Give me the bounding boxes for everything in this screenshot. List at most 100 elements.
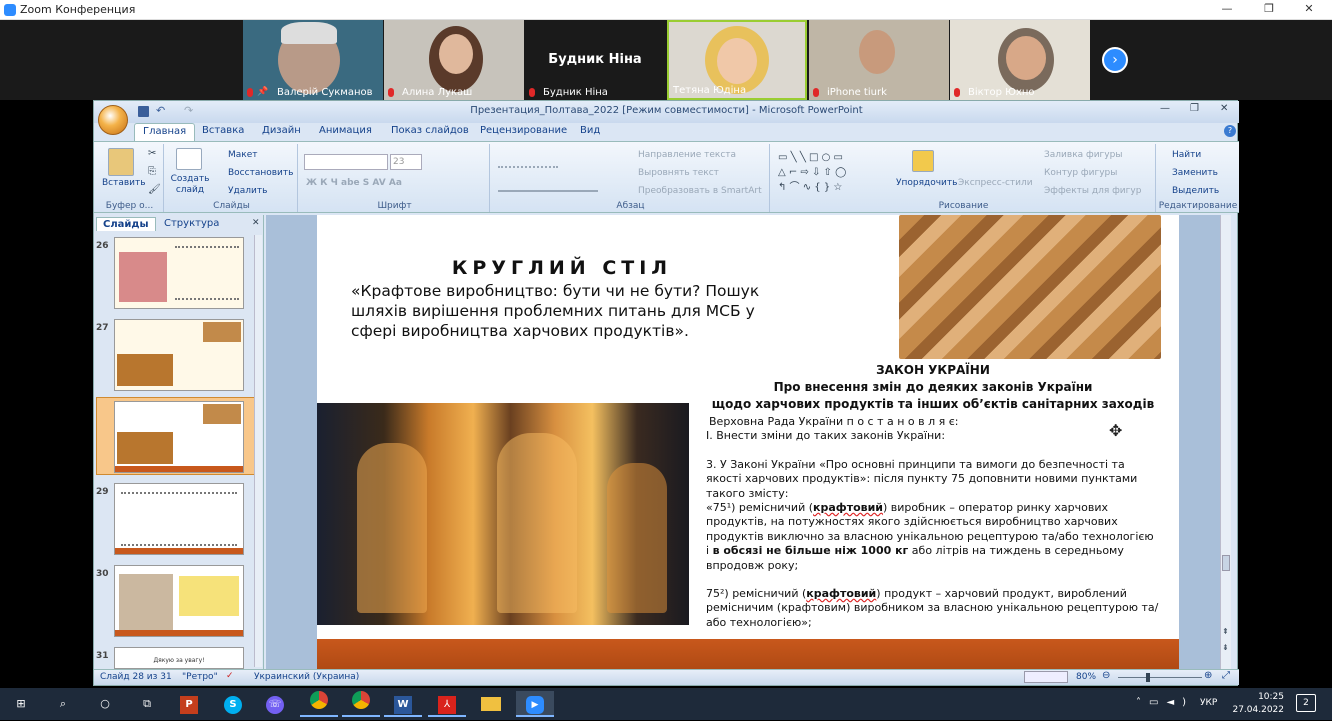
powerpoint-icon[interactable]: P (170, 691, 208, 717)
language-indicator[interactable]: Украинский (Украина) (254, 672, 359, 682)
word-icon[interactable]: W (384, 691, 422, 717)
acrobat-icon[interactable]: ⅄ (428, 691, 466, 717)
slides-group: Создать слайд Макет Восстановить Удалить… (166, 144, 298, 212)
participant-name: Віктор Юхно (968, 87, 1035, 98)
font-size-field[interactable]: 23 (390, 154, 422, 170)
close-button[interactable]: ✕ (1294, 2, 1324, 18)
input-language[interactable]: УКР (1200, 698, 1217, 708)
clipboard-group: Вставить ✂ ⎘ 🖌 Буфер о... (96, 144, 164, 212)
select-button[interactable]: Выделить (1172, 186, 1219, 196)
cut-icon[interactable]: ✂ (148, 148, 156, 159)
arrange-icon[interactable] (912, 150, 934, 172)
slide-number: 27 (96, 323, 109, 333)
participant-tile[interactable]: Будник Ніна Будник Ніна (525, 20, 665, 100)
minimize-button[interactable]: — (1212, 2, 1242, 18)
tray-icons[interactable]: ˄▭◄) (1136, 697, 1194, 708)
ppt-minimize-button[interactable]: — (1160, 103, 1170, 114)
panel-tab-outline[interactable]: Структура (158, 217, 225, 230)
maximize-button[interactable]: ❐ (1254, 2, 1284, 18)
font-name-field[interactable] (304, 154, 388, 170)
notification-center-icon[interactable]: 2 (1296, 694, 1316, 712)
align-text-button[interactable]: Выровнять текст (638, 168, 719, 178)
office-button[interactable] (98, 105, 128, 135)
ppt-window-title: Презентация_Полтава_2022 [Режим совмести… (470, 105, 863, 116)
zoom-titlebar: Zoom Конференция — ❐ ✕ (0, 0, 1332, 20)
delete-slide-button[interactable]: Удалить (228, 186, 267, 196)
reset-button[interactable]: Восстановить (228, 168, 293, 178)
search-icon[interactable]: ⌕ (44, 691, 82, 717)
quick-styles-button[interactable]: Экспресс-стили (958, 178, 1033, 188)
new-slide-button[interactable]: Создать слайд (170, 174, 210, 196)
font-format-icons: Ж К Ч abe S AV Aa (306, 178, 402, 188)
cortana-icon[interactable]: ○ (86, 691, 124, 717)
slide-thumbnail[interactable] (114, 483, 244, 555)
smartart-button[interactable]: Преобразовать в SmartArt (638, 186, 762, 196)
clock[interactable]: 10:25 27.04.2022 (1232, 691, 1284, 717)
slide-thumbnail[interactable] (114, 565, 244, 637)
slide-thumbnail[interactable] (114, 237, 244, 309)
bullets-icon[interactable] (498, 154, 558, 168)
zoom-app-icon[interactable]: ▶ (516, 691, 554, 717)
participant-tile-active-speaker[interactable]: Тетяна Юдіна (667, 20, 807, 100)
ppt-close-button[interactable]: ✕ (1220, 103, 1228, 114)
canvas-scrollbar[interactable]: ⇞ ⇟ (1220, 215, 1231, 669)
ribbon-tabs: Главная Вставка Дизайн Анимация Показ сл… (132, 123, 1236, 143)
skype-icon[interactable]: S (214, 691, 252, 717)
participant-name: iPhone tiurk (827, 87, 887, 98)
panel-scrollbar[interactable] (254, 235, 262, 667)
find-button[interactable]: Найти (1172, 150, 1201, 160)
zoom-out-button[interactable]: ⊖ (1102, 670, 1110, 681)
chrome-icon[interactable] (300, 691, 338, 717)
zoom-slider[interactable] (1118, 677, 1202, 678)
fit-to-window-icon[interactable]: ⤢ (1222, 670, 1230, 681)
slide-thumbnail[interactable] (114, 319, 244, 391)
gallery-next-button[interactable]: › (1102, 47, 1128, 73)
arrange-button[interactable]: Упорядочить (896, 178, 957, 188)
zoom-slider-thumb[interactable] (1146, 673, 1150, 682)
windows-start-icon[interactable]: ⊞ (2, 691, 40, 717)
participant-tile[interactable]: Алина Лукаш (384, 20, 524, 100)
file-explorer-icon[interactable] (472, 691, 510, 717)
shape-fill-button[interactable]: Заливка фигуры (1044, 150, 1122, 160)
format-painter-icon[interactable]: 🖌 (148, 184, 161, 195)
text-direction-button[interactable]: Направление текста (638, 150, 736, 160)
layout-button[interactable]: Макет (228, 150, 258, 160)
law-line2: щодо харчових продуктів та інших об’єкті… (711, 397, 1155, 411)
chrome-profile-icon[interactable] (342, 691, 380, 717)
replace-button[interactable]: Заменить (1172, 168, 1218, 178)
spellcheck-icon[interactable]: ✓ (226, 671, 234, 681)
shape-outline-button[interactable]: Контур фигуры (1044, 168, 1117, 178)
tab-animation[interactable]: Анимация (319, 125, 372, 136)
new-slide-icon[interactable] (176, 148, 202, 170)
shapes-gallery[interactable]: ▭ ╲ ╲ □ ○ ▭ △ ⌐ ⇨ ⇩ ⇧ ◯ ↰ ⌒ ∿ { } ☆ (778, 150, 888, 196)
tab-insert[interactable]: Вставка (202, 125, 244, 136)
participant-tile[interactable]: Віктор Юхно (950, 20, 1090, 100)
align-icons[interactable] (498, 178, 598, 192)
help-icon[interactable]: ? (1224, 125, 1236, 137)
view-buttons[interactable] (1024, 671, 1068, 683)
participant-tile[interactable]: iPhone tiurk (809, 20, 949, 100)
panel-close-icon[interactable]: ✕ (252, 218, 260, 228)
clock-time: 10:25 (1258, 692, 1284, 702)
powerpoint-window: ↶ ↷ Презентация_Полтава_2022 [Режим совм… (93, 100, 1239, 686)
tab-view[interactable]: Вид (580, 125, 600, 136)
slide-thumbnail[interactable]: Дякую за увагу! (114, 647, 244, 669)
viber-icon[interactable]: ☏ (256, 691, 294, 717)
participant-tile[interactable]: 📌 Валерій Сукманов (243, 20, 383, 100)
shape-effects-button[interactable]: Эффекты для фигур (1044, 186, 1141, 196)
tab-home[interactable]: Главная (134, 123, 196, 143)
paste-button[interactable]: Вставить (102, 178, 146, 188)
paste-icon[interactable] (108, 148, 134, 176)
tab-design[interactable]: Дизайн (262, 125, 301, 136)
tab-slideshow[interactable]: Показ слайдов (391, 125, 469, 136)
task-view-icon[interactable]: ⧉ (128, 691, 166, 717)
panel-tab-slides[interactable]: Слайды (96, 217, 156, 231)
ppt-maximize-button[interactable]: ❐ (1190, 103, 1199, 114)
zoom-level[interactable]: 80% (1076, 672, 1096, 682)
tab-review[interactable]: Рецензирование (480, 125, 567, 136)
copy-icon[interactable]: ⎘ (148, 166, 156, 177)
ribbon: Вставить ✂ ⎘ 🖌 Буфер о... Создать слайд … (94, 141, 1239, 213)
paragraph-group-label: Абзац (616, 201, 645, 211)
slide-thumbnail-selected[interactable] (114, 401, 244, 473)
zoom-in-button[interactable]: ⊕ (1204, 670, 1212, 681)
